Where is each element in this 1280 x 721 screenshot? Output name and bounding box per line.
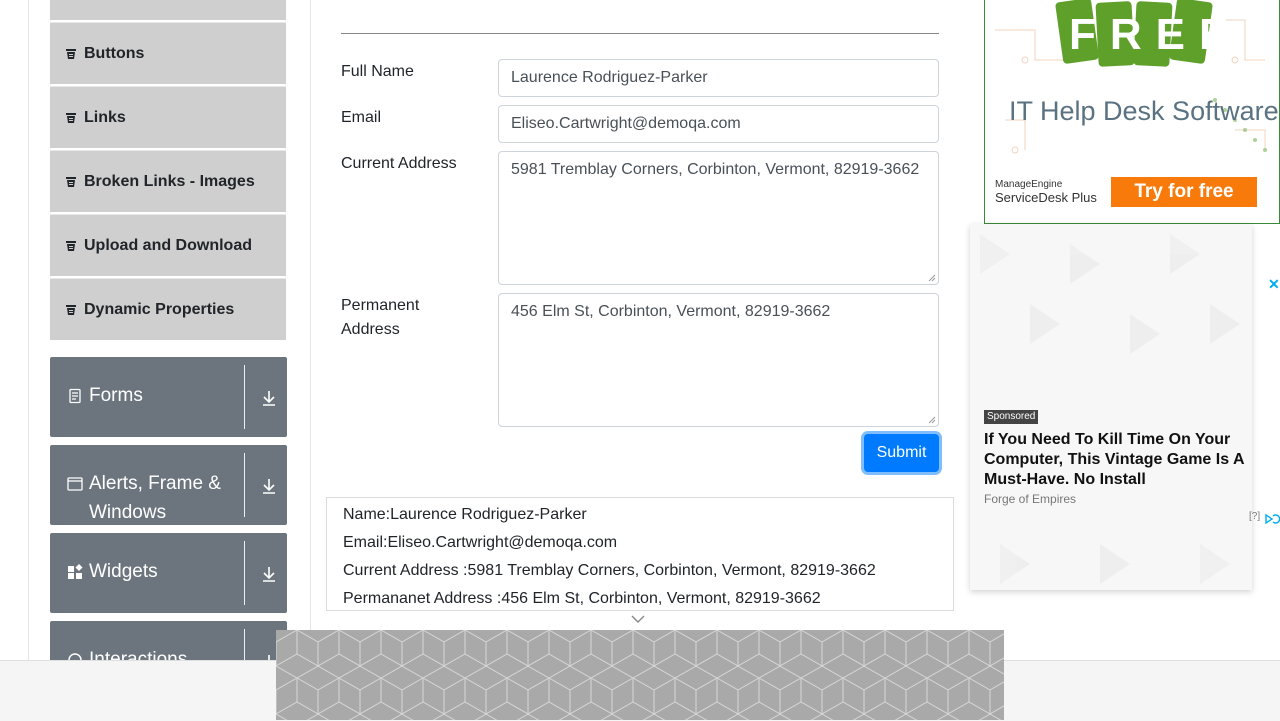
ad-close-icon[interactable]: ✕ [1268, 276, 1280, 293]
ad-free-badge: FREE [1055, 0, 1243, 72]
form-top-divider [341, 33, 939, 34]
permanent-address-label: Permanent Address [341, 297, 420, 338]
sidebar-item-label: Dynamic Properties [84, 300, 235, 318]
sidebar-item-links[interactable]: Links [50, 86, 286, 148]
sidebar-item-label: Broken Links - Images [84, 172, 255, 190]
widgets-icon [68, 564, 83, 579]
group-divider [244, 453, 245, 517]
ad-brand-line-2: ServiceDesk Plus [995, 190, 1097, 205]
ad-top-title: IT Help Desk Software [1009, 96, 1279, 126]
bottom-ad-banner[interactable] [276, 630, 1004, 720]
ad-native-block[interactable] [970, 224, 1252, 590]
submit-button[interactable]: Submit [864, 434, 939, 472]
ad-cta-button[interactable]: Try for free [1111, 177, 1257, 207]
email-input[interactable] [498, 105, 939, 143]
adchoices-icon[interactable] [1264, 512, 1280, 524]
sidebar-item-label: Links [84, 108, 126, 126]
download-icon[interactable] [260, 389, 278, 407]
ad-info-link[interactable]: [?] [1249, 511, 1260, 522]
current-address-textarea[interactable]: 5981 Tremblay Corners, Corbinton, Vermon… [498, 151, 939, 285]
full-name-input[interactable] [498, 59, 939, 97]
group-widgets[interactable]: Widgets [50, 533, 287, 613]
item-icon [66, 176, 76, 187]
sidebar-item-upload-download[interactable]: Upload and Download [50, 214, 286, 276]
download-icon[interactable] [260, 565, 278, 583]
output-email: Email:Eliseo.Cartwright@demoqa.com [343, 534, 618, 551]
ad-headline-link[interactable]: If You Need To Kill Time On Your Compute… [984, 430, 1274, 490]
content-divider [310, 0, 311, 660]
ad-brand-line-1: ManageEngine [995, 179, 1063, 190]
output-panel: Name:Laurence Rodriguez-Parker Email:Eli… [326, 497, 954, 611]
sidebar-item-broken-links[interactable]: Broken Links - Images [50, 150, 286, 212]
group-label: Alerts, Frame & Windows [89, 473, 221, 523]
current-address-text: 5981 Tremblay Corners, Corbinton, Vermon… [511, 161, 920, 178]
group-divider [244, 365, 245, 429]
output-permanent-address: Permananet Address :456 Elm St, Corbinto… [343, 590, 821, 607]
group-alerts-frame-windows[interactable]: Alerts, Frame & Windows [50, 445, 287, 525]
ad-pattern [980, 234, 1240, 584]
resize-handle-icon[interactable] [928, 274, 936, 282]
item-icon [66, 304, 76, 315]
permanent-address-textarea[interactable]: 456 Elm St, Corbinton, Vermont, 82919-36… [498, 293, 939, 427]
sponsored-badge: Sponsored [984, 410, 1039, 424]
item-icon [66, 112, 76, 123]
output-current-address: Current Address :5981 Tremblay Corners, … [343, 562, 876, 579]
document-icon [69, 388, 81, 404]
item-icon [66, 240, 76, 251]
group-forms[interactable]: Forms [50, 357, 287, 437]
ad-free-text: FREE [1069, 10, 1243, 59]
ad-banner-top[interactable]: FREE IT Help Desk Software ManageEngine … [984, 0, 1280, 224]
permanent-address-text: 456 Elm St, Corbinton, Vermont, 82919-36… [511, 303, 831, 320]
left-divider [28, 0, 29, 660]
sidebar-item-partial[interactable] [50, 0, 286, 20]
group-divider [244, 541, 245, 605]
download-icon[interactable] [260, 477, 278, 495]
group-label: Widgets [89, 561, 158, 582]
output-name: Name:Laurence Rodriguez-Parker [343, 506, 587, 523]
sidebar-item-dynamic-properties[interactable]: Dynamic Properties [50, 278, 286, 340]
hex-pattern [276, 630, 1004, 720]
current-address-label: Current Address [341, 155, 457, 172]
sidebar-item-label: Upload and Download [84, 236, 252, 254]
sidebar-item-label: Buttons [84, 44, 145, 62]
email-label: Email [341, 109, 382, 126]
group-label: Forms [89, 385, 143, 406]
full-name-label: Full Name [341, 63, 414, 80]
ad-source: Forge of Empires [984, 492, 1077, 506]
resize-handle-icon[interactable] [928, 416, 936, 424]
chevron-down-icon[interactable] [631, 614, 645, 624]
sidebar-item-buttons[interactable]: Buttons [50, 22, 286, 84]
window-icon [67, 477, 83, 491]
item-icon [66, 48, 76, 59]
